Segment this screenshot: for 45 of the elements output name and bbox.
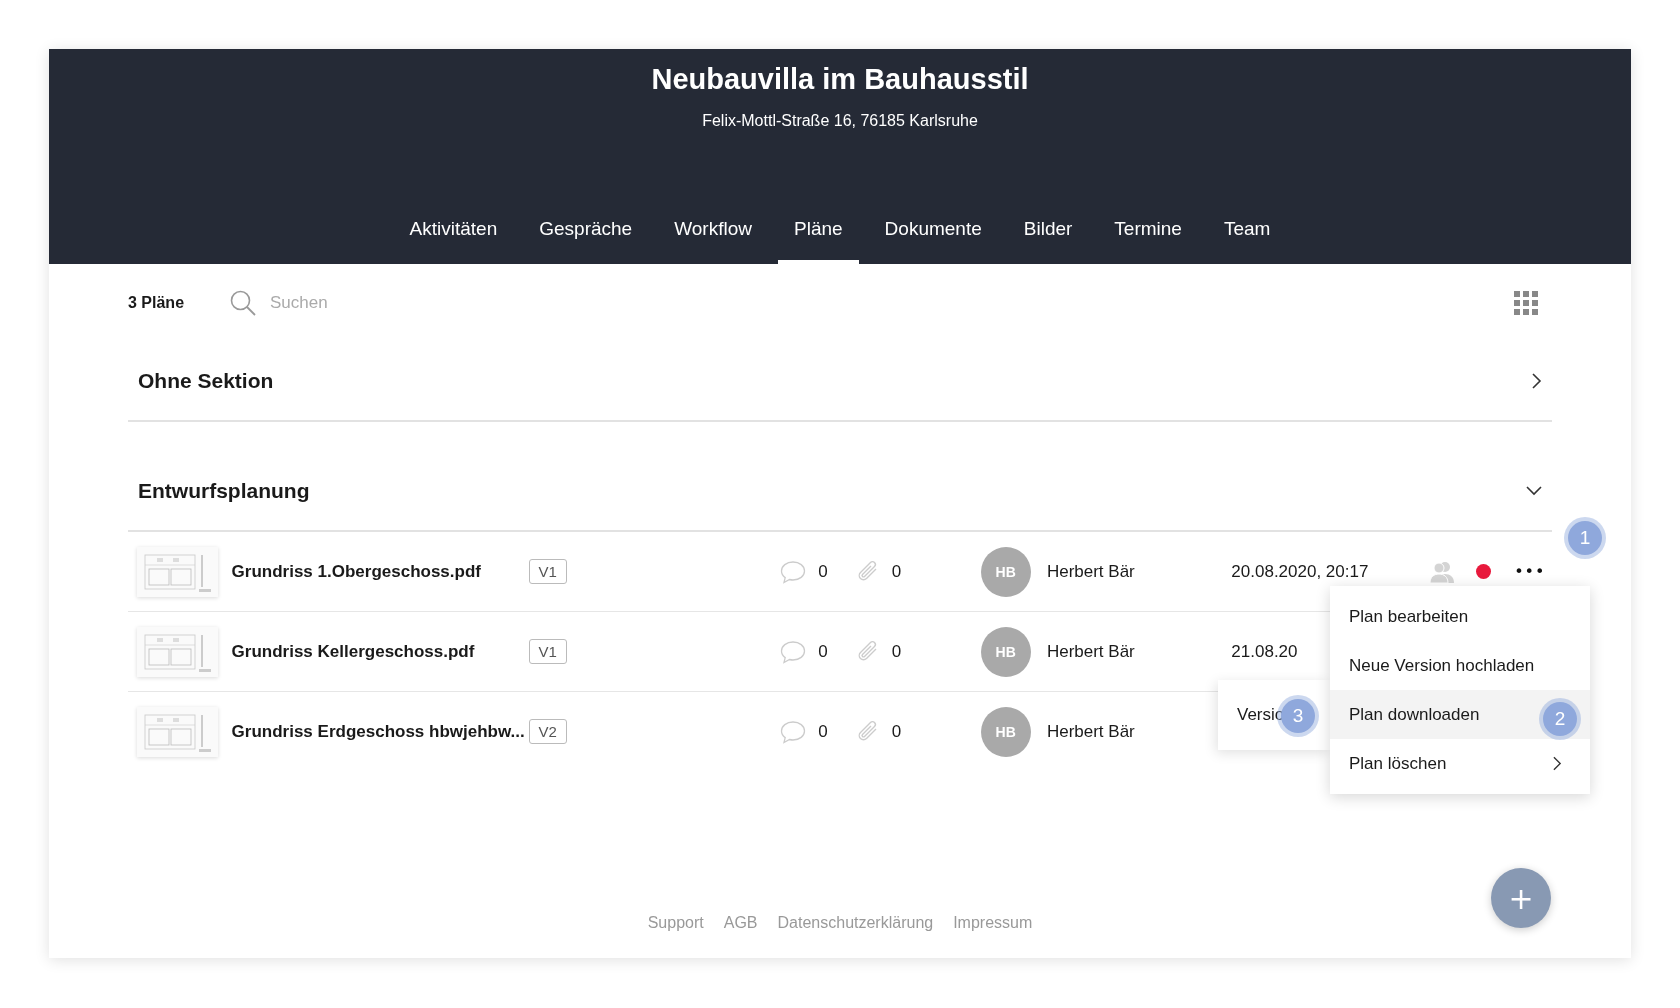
date-text: 20.08.2020, 20:17 — [1231, 561, 1369, 581]
comment-icon — [780, 559, 807, 584]
author-name: Herbert Bär — [1046, 721, 1136, 742]
nav-tab[interactable]: Workflow — [658, 200, 768, 264]
chevron-down-icon — [1526, 486, 1542, 496]
version-tag: V1 — [528, 639, 567, 664]
nav-tab[interactable]: Bilder — [1007, 200, 1089, 264]
version-tag: V2 — [528, 719, 567, 744]
chevron-right-icon — [1553, 756, 1562, 771]
avatar: HB — [980, 626, 1031, 677]
nav-tab[interactable]: Dokumente — [868, 200, 998, 264]
comment-count: 0 — [818, 721, 828, 742]
comment-count: 0 — [818, 641, 828, 662]
section-header[interactable]: Entwurfsplanung — [128, 452, 1552, 532]
chevron-right-icon — [1532, 373, 1542, 389]
nav-tab[interactable]: Termine — [1098, 200, 1198, 264]
section-header[interactable]: Ohne Sektion — [128, 342, 1552, 422]
nav-tab[interactable]: Aktivitäten — [393, 200, 514, 264]
nav-tab[interactable]: Team — [1207, 200, 1287, 264]
attachment-count: 0 — [891, 561, 902, 582]
project-title: Neubauvilla im Bauhausstil — [651, 63, 1029, 96]
plan-name[interactable]: Grundriss Kellergeschoss.pdf — [231, 641, 529, 662]
attachment-count: 0 — [891, 641, 902, 662]
step-marker: 1 — [1568, 521, 1602, 555]
more-button[interactable]: ••• — [1514, 561, 1546, 581]
menu-item[interactable]: Plan bearbeiten — [1330, 592, 1590, 641]
nav-tab[interactable]: Gespräche — [523, 200, 649, 264]
avatar: HB — [980, 706, 1031, 757]
comment-icon — [780, 719, 807, 744]
attachment-count: 0 — [891, 721, 902, 742]
search-icon — [230, 290, 256, 316]
author-name: Herbert Bär — [1046, 561, 1136, 582]
menu-item[interactable]: Neue Version hochladen — [1330, 641, 1590, 690]
plan-name[interactable]: Grundriss Erdgeschoss hbwjehbw... — [231, 721, 529, 742]
grid-view-icon[interactable] — [1514, 291, 1538, 315]
comment-icon — [780, 639, 807, 664]
project-address: Felix-Mottl-Straße 16, 76185 Karlsruhe — [702, 112, 978, 130]
plan-count: 3 Pläne — [128, 294, 186, 312]
plan-name[interactable]: Grundriss 1.Obergeschoss.pdf — [231, 561, 529, 582]
avatar: HB — [980, 546, 1031, 597]
author-name: Herbert Bär — [1046, 641, 1136, 662]
comment-count: 0 — [818, 561, 828, 582]
date-text: 21.08.20 — [1231, 641, 1298, 661]
menu-item[interactable]: Plan löschen — [1330, 739, 1590, 788]
version-tag: V1 — [528, 559, 567, 584]
